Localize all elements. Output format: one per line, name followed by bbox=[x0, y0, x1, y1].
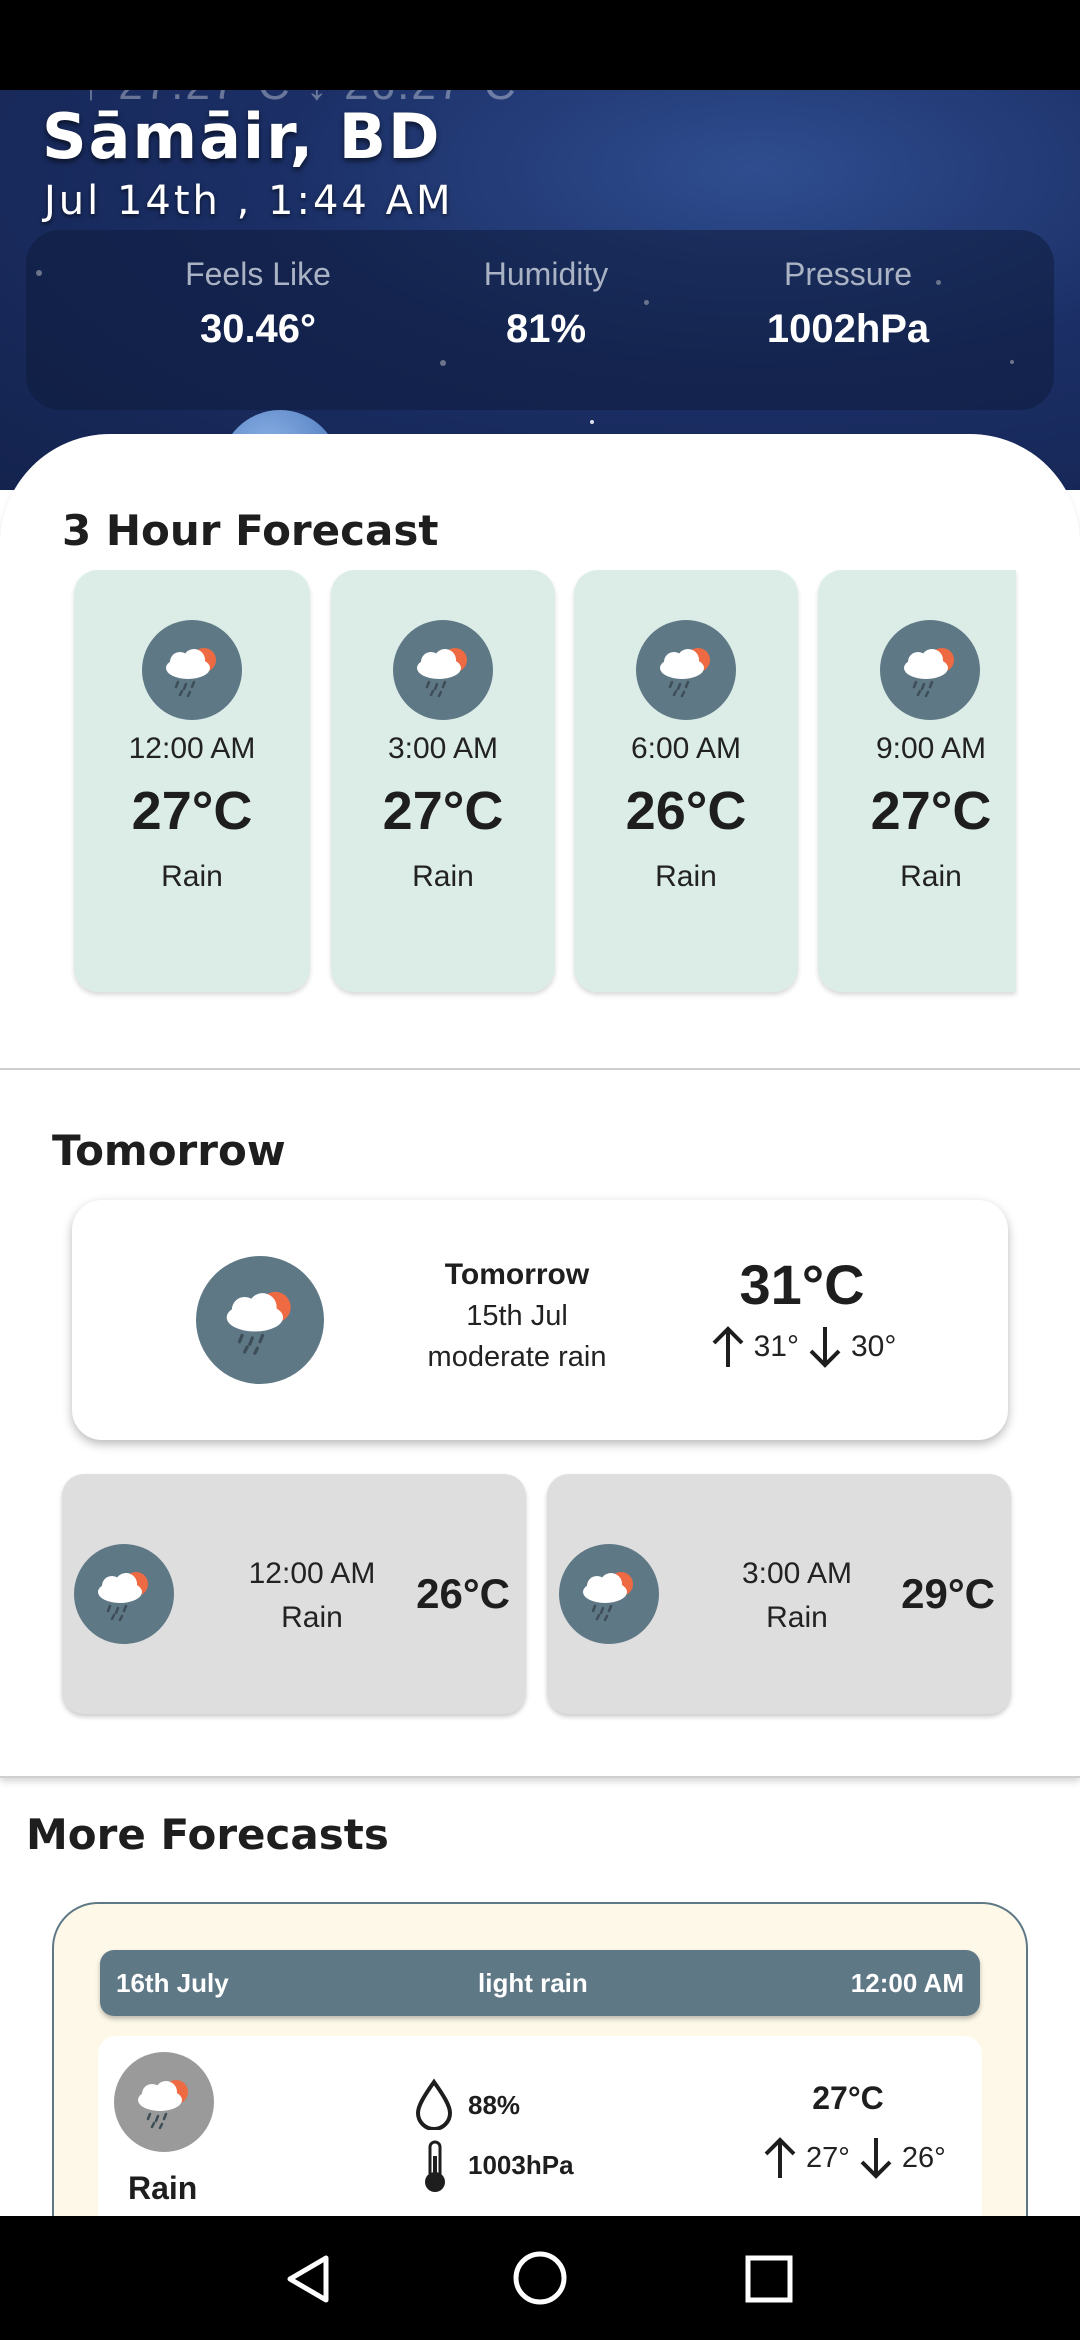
hourly-temp: 27°C bbox=[131, 781, 253, 841]
system-nav-bar bbox=[0, 2216, 1080, 2340]
tomorrow-hour-condition: Rain bbox=[281, 1601, 343, 1634]
hourly-condition: Rain bbox=[655, 860, 717, 893]
cloud-sun-rain-icon bbox=[559, 1544, 659, 1644]
cloud-sun-rain-icon bbox=[74, 1544, 174, 1644]
arrow-up-icon bbox=[712, 1326, 744, 1367]
tomorrow-temps: 31°C 31° 30° bbox=[672, 1252, 932, 1369]
tomorrow-description: moderate rain bbox=[427, 1341, 607, 1373]
hourly-card[interactable]: 9:00 AM 27°C Rain bbox=[818, 570, 1016, 992]
tomorrow-hour-condition: Rain bbox=[766, 1601, 828, 1634]
tomorrow-temp: 31°C bbox=[739, 1253, 865, 1316]
tomorrow-hour-info: 3:00 AM Rain bbox=[697, 1552, 897, 1640]
stat-label: Humidity bbox=[483, 256, 609, 292]
hourly-time: 12:00 AM bbox=[128, 732, 256, 765]
hourly-temp: 27°C bbox=[382, 781, 504, 841]
arrow-down-icon bbox=[809, 1327, 841, 1368]
hourly-forecast-title: 3 Hour Forecast bbox=[62, 506, 439, 555]
hourly-time: 3:00 AM bbox=[387, 732, 499, 765]
more-forecast-temp: 27°C bbox=[812, 2080, 884, 2116]
star bbox=[590, 420, 594, 424]
tomorrow-hour-card[interactable]: 12:00 AM Rain 26°C bbox=[62, 1474, 526, 1714]
more-forecasts-title: More Forecasts bbox=[26, 1810, 389, 1859]
current-stats-panel: Feels Like 30.46° Humidity 81% Pressure … bbox=[26, 230, 1054, 410]
stat-label: Pressure bbox=[783, 256, 913, 292]
cloud-sun-rain-icon bbox=[393, 620, 493, 720]
cloud-sun-rain-icon bbox=[196, 1256, 324, 1384]
hourly-temp: 27°C bbox=[870, 781, 992, 841]
tomorrow-min: 30° bbox=[851, 1330, 897, 1363]
hourly-card[interactable]: 12:00 AM 27°C Rain bbox=[74, 570, 310, 992]
hourly-card[interactable]: 6:00 AM 26°C Rain bbox=[574, 570, 798, 992]
more-forecast-pressure: 1003hPa bbox=[468, 2150, 574, 2180]
recents-square-icon[interactable] bbox=[744, 2254, 794, 2304]
tomorrow-hour-time: 12:00 AM bbox=[248, 1557, 376, 1590]
city-name: Sāmāir, BD bbox=[42, 100, 442, 173]
thermometer-icon bbox=[425, 2140, 445, 2192]
hourly-card[interactable]: 3:00 AM 27°C Rain bbox=[331, 570, 555, 992]
tomorrow-hour-temp: 26°C bbox=[416, 1570, 510, 1617]
more-forecast-time: 12:00 AM bbox=[850, 1968, 964, 1998]
arrow-down-icon bbox=[860, 2138, 892, 2179]
tomorrow-minmax: 31° 30° bbox=[672, 1325, 932, 1369]
tomorrow-label: Tomorrow bbox=[444, 1258, 590, 1291]
hourly-condition: Rain bbox=[900, 860, 962, 893]
pressure-stat: Pressure 1002hPa bbox=[698, 256, 998, 352]
stat-value: 30.46° bbox=[199, 307, 317, 351]
more-forecast-date: 16th July bbox=[116, 1968, 229, 1998]
more-forecast-humidity: 88% bbox=[468, 2090, 521, 2120]
water-drop-icon bbox=[415, 2078, 453, 2130]
tomorrow-hour-card[interactable]: 3:00 AM Rain 29°C bbox=[547, 1474, 1011, 1714]
status-bar bbox=[0, 0, 1080, 90]
stat-value: 1002hPa bbox=[766, 307, 930, 351]
more-forecast-max: 27° bbox=[806, 2141, 850, 2174]
current-datetime: Jul 14th , 1:44 AM bbox=[44, 178, 454, 224]
more-forecast-minmax: 27° 26° bbox=[758, 2136, 988, 2180]
tomorrow-max: 31° bbox=[753, 1330, 799, 1363]
back-triangle-icon[interactable] bbox=[282, 2252, 336, 2306]
hourly-time: 9:00 AM bbox=[875, 732, 987, 765]
hourly-condition: Rain bbox=[412, 860, 474, 893]
cloud-sun-rain-icon bbox=[142, 620, 242, 720]
home-circle-icon[interactable] bbox=[512, 2250, 568, 2306]
tomorrow-date: 15th Jul bbox=[466, 1300, 568, 1332]
tomorrow-hour-info: 12:00 AM Rain bbox=[212, 1552, 412, 1640]
arrow-up-icon bbox=[764, 2137, 796, 2178]
cloud-sun-rain-icon bbox=[636, 620, 736, 720]
hourly-temp: 26°C bbox=[625, 781, 747, 841]
stat-value: 81% bbox=[505, 307, 587, 351]
tomorrow-summary-card[interactable]: Tomorrow 15th Jul moderate rain 31°C 31°… bbox=[72, 1200, 1008, 1440]
cloud-sun-rain-icon bbox=[880, 620, 980, 720]
more-forecast-min: 26° bbox=[901, 2141, 946, 2174]
cloud-sun-rain-icon bbox=[114, 2052, 214, 2152]
more-forecast-description: light rain bbox=[478, 1968, 588, 1998]
hourly-time: 6:00 AM bbox=[630, 732, 742, 765]
tomorrow-title: Tomorrow bbox=[52, 1126, 286, 1175]
more-forecast-condition: Rain bbox=[128, 2170, 198, 2206]
feels-like-stat: Feels Like 30.46° bbox=[108, 256, 408, 352]
humidity-stat: Humidity 81% bbox=[396, 256, 696, 352]
hourly-condition: Rain bbox=[161, 860, 223, 893]
stat-label: Feels Like bbox=[185, 256, 331, 292]
tomorrow-hour-time: 3:00 AM bbox=[741, 1557, 853, 1590]
tomorrow-info: Tomorrow 15th Jul moderate rain bbox=[372, 1258, 662, 1374]
tomorrow-hour-temp: 29°C bbox=[901, 1570, 995, 1617]
more-forecast-header: 16th July light rain 12:00 AM bbox=[100, 1950, 980, 2016]
